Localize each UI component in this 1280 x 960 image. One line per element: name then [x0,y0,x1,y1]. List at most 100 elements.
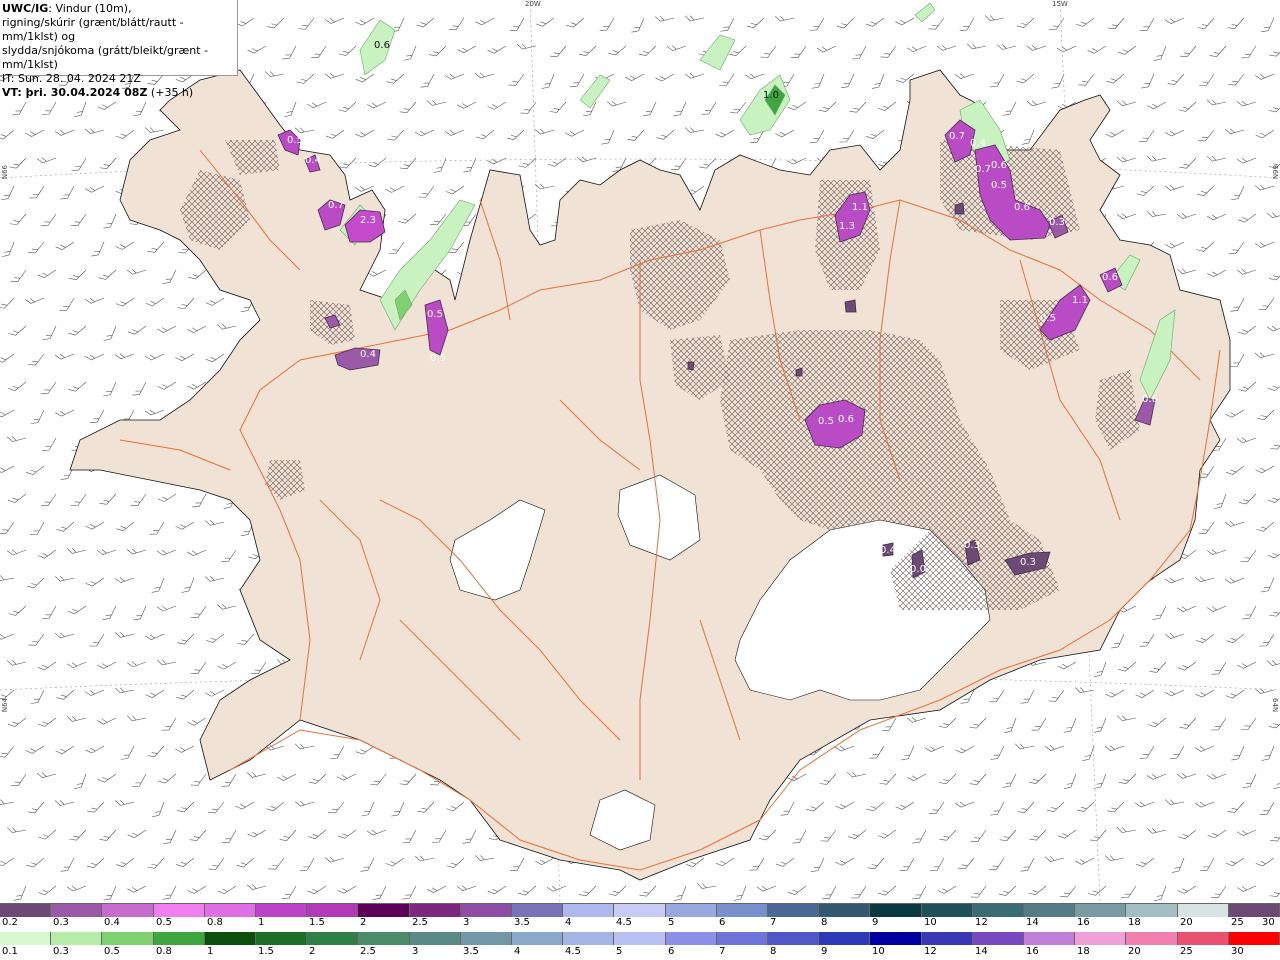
legend-color-cell [1024,904,1076,917]
wind-barb [1211,717,1227,731]
wind-barb [97,661,117,669]
wind-barb [684,72,705,79]
wind-barb [181,577,195,593]
wind-barb [60,185,75,200]
wind-barb [518,885,537,896]
legend-color-cell [153,904,205,917]
legend-tick-label: 9 [872,917,879,928]
wind-barb [399,101,417,113]
wind-barb [126,661,147,668]
precip-value-label: 0.6 [1142,394,1158,405]
legend-tick-label: 1.5 [258,946,274,957]
grid-label-right-64n: 64N [1271,698,1279,713]
legend-tick-label: 20 [1128,946,1141,957]
legend-tick-label: 0.1 [2,946,18,957]
wind-barb [1210,885,1227,898]
wind-barb [775,129,795,138]
wind-barb [1152,605,1167,620]
wind-barb [1179,157,1197,169]
valid-time: VT: þri. 30.04.2024 08Z [2,86,148,99]
wind-barb [1266,325,1280,332]
wind-barb [1048,689,1065,702]
legend-color-cell [819,904,871,917]
legend-color-cell [1228,932,1280,945]
legend-tick-label: 0.5 [156,917,172,928]
wind-barb [1206,213,1227,221]
wind-barb [1177,661,1197,671]
wind-barb [1196,241,1215,252]
legend-tick-label: 0.8 [207,917,223,928]
wind-barb [809,129,825,143]
wind-barb [730,101,747,114]
wind-barb [1206,155,1227,162]
wind-barb [1028,773,1047,784]
wind-barb [819,773,837,785]
wind-barb [639,885,657,897]
wind-barb [84,128,105,134]
precip-value-label: 1.3 [839,221,855,232]
wind-barb [936,45,957,51]
precip-value-label: 0.3 [1049,217,1065,228]
wind-barb [13,885,27,901]
wind-barb [355,17,375,26]
wind-barb [1226,633,1245,644]
legend-tick-label: 6 [668,946,675,957]
wind-barb [36,772,57,779]
wind-barb [187,325,207,333]
legend-tick-label: 2 [360,917,367,928]
wind-barb [306,101,327,109]
wind-barb [1057,661,1077,670]
wind-barb [508,73,525,86]
wind-barb [1270,437,1280,450]
wind-barb [939,829,957,841]
legend-color-cell [256,932,308,945]
wind-barb [1236,157,1257,164]
wind-barb [89,633,105,647]
wind-barb [1224,521,1245,527]
wind-barb [130,493,147,506]
wind-barb [1179,45,1197,58]
wind-barb [1002,773,1017,788]
wind-barb [12,101,27,116]
wind-barb [175,745,195,753]
legend-color-cell [1228,904,1280,917]
wind-barb [989,857,1005,870]
legend-color-cell [870,904,922,917]
legend-rain-colorbar [0,932,1280,945]
wind-barb [1107,17,1125,30]
wind-barb [701,101,717,115]
wind-barb [930,857,945,872]
wind-barb [37,717,57,727]
wind-barb [68,325,87,336]
wind-barb [866,129,885,140]
wind-barb [74,773,87,790]
wind-barb [578,45,597,57]
legend-color-cell [153,932,205,945]
wind-barb [157,325,177,333]
wind-barb [534,128,555,135]
wind-barb [329,745,345,760]
wind-barb [1176,773,1197,779]
wind-barb [385,857,405,867]
wind-barb [38,885,57,896]
wind-barb [216,323,237,330]
wind-barb [127,325,147,335]
wind-barb [1002,101,1017,116]
legend-tick-label: 16 [1077,917,1090,928]
precip-value-label: 0.5 [427,309,443,320]
legend-rain-labels: 0.1 0.3 0.5 0.8 1 1.5 2 2.5 3 3.5 4 4.5 5 6 7 8 9 10 12 14 1… [0,946,1280,960]
wind-barb [264,71,285,77]
legend-tick-label: 2.5 [360,946,376,957]
wind-barb [1088,885,1107,896]
wind-barb [41,605,57,620]
wind-barb [1044,745,1065,751]
wind-barb [1167,73,1185,85]
legend-tick-label: 12 [924,946,937,957]
wind-barb [1258,297,1275,310]
wind-barb [1057,829,1077,839]
wind-barb [205,353,225,363]
wind-barb [1267,549,1280,559]
wind-barb [696,883,717,889]
wind-barb [37,549,57,559]
wind-barb [1063,717,1077,733]
